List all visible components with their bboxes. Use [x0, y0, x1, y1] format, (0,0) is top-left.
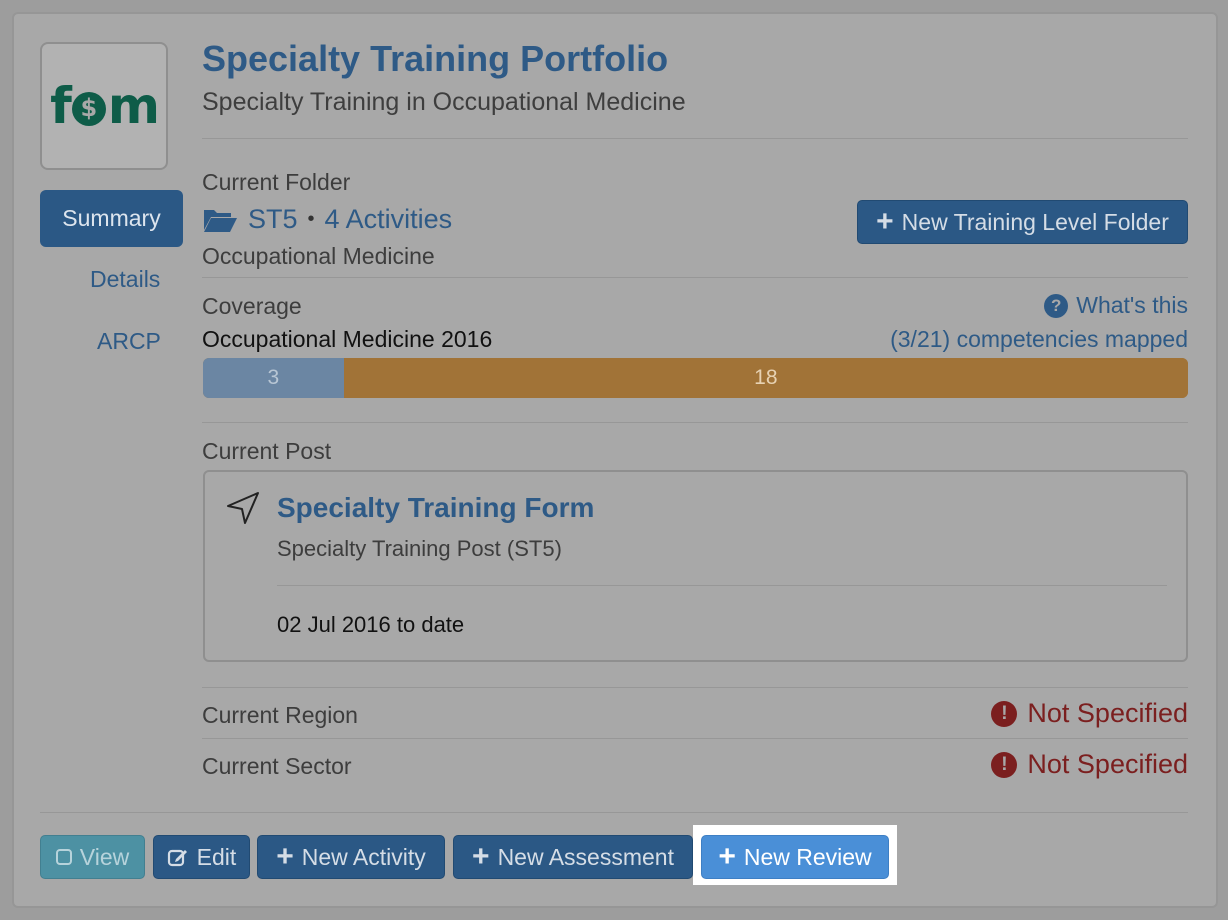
divider: [40, 812, 1188, 813]
new-review-button[interactable]: + New Review: [701, 835, 889, 879]
sector-value: Not Specified: [1027, 749, 1188, 779]
divider: [202, 687, 1188, 688]
divider: [202, 138, 1188, 139]
sidebar-item-arcp[interactable]: ARCP: [97, 328, 161, 355]
question-circle-icon: ?: [1044, 293, 1069, 318]
divider: [202, 422, 1188, 423]
competencies-mapped-link[interactable]: (3/21) competencies mapped: [890, 326, 1188, 353]
divider: [202, 738, 1188, 739]
exclamation-circle-icon: !: [991, 751, 1018, 778]
folder-specialty: Occupational Medicine: [202, 243, 435, 269]
folder-name[interactable]: ST5: [248, 204, 298, 235]
sidebar-item-details[interactable]: Details: [90, 266, 160, 293]
current-post-label: Current Post: [202, 438, 332, 464]
button-label: New Activity: [301, 843, 426, 870]
exclamation-circle-icon: !: [991, 700, 1018, 727]
new-activity-button[interactable]: + New Activity: [257, 835, 445, 879]
plus-icon: +: [876, 205, 894, 238]
plus-icon: +: [276, 840, 294, 873]
progress-mapped-segment: 3: [203, 358, 344, 398]
page-subtitle: Specialty Training in Occupational Medic…: [202, 88, 686, 116]
coverage-label: Coverage: [202, 293, 302, 319]
folder-separator: •: [307, 208, 315, 230]
region-value: Not Specified: [1027, 698, 1188, 728]
edit-button[interactable]: Edit: [153, 835, 250, 879]
view-button[interactable]: View: [40, 835, 145, 879]
logo-o-icon: [71, 92, 106, 126]
logo-mark: fm: [50, 77, 160, 135]
plus-icon: +: [472, 840, 490, 873]
divider: [202, 277, 1188, 278]
current-post-card: Specialty Training Form Specialty Traini…: [203, 470, 1188, 662]
folder-open-icon: [204, 209, 237, 232]
new-assessment-button[interactable]: + New Assessment: [453, 835, 693, 879]
button-label: View: [79, 843, 130, 870]
location-arrow-icon: [227, 492, 259, 524]
current-sector-label: Current Sector: [202, 753, 352, 779]
sector-status: ! Not Specified: [991, 749, 1188, 780]
plus-icon: +: [718, 840, 736, 873]
button-label: New Review: [743, 843, 872, 870]
post-subtitle: Specialty Training Post (ST5): [277, 536, 562, 561]
progress-unmapped-segment: 18: [343, 358, 1188, 398]
button-label: New Training Level Folder: [901, 208, 1169, 235]
whats-this-link[interactable]: ? What's this: [1044, 292, 1188, 319]
curriculum-name: Occupational Medicine 2016: [202, 326, 493, 352]
folder-activities-link[interactable]: 4 Activities: [325, 204, 453, 235]
current-folder-link[interactable]: ST5 • 4 Activities: [202, 204, 452, 235]
square-icon: [55, 849, 72, 865]
current-folder-label: Current Folder: [202, 169, 351, 195]
edit-icon: [167, 849, 187, 867]
post-date-range: 02 Jul 2016 to date: [277, 612, 465, 637]
region-status: ! Not Specified: [991, 698, 1188, 729]
whats-this-label: What's this: [1076, 292, 1188, 318]
sidebar-item-summary[interactable]: Summary: [40, 190, 183, 247]
post-title-link[interactable]: Specialty Training Form: [277, 492, 594, 524]
divider: [277, 585, 1167, 586]
fom-logo: fm: [40, 42, 168, 170]
button-label: Edit: [196, 843, 237, 870]
page-title[interactable]: Specialty Training Portfolio: [202, 38, 668, 80]
new-training-level-folder-button[interactable]: + New Training Level Folder: [857, 200, 1188, 244]
button-label: New Assessment: [497, 843, 674, 870]
coverage-progress-bar[interactable]: 3 18: [203, 358, 1188, 398]
current-region-label: Current Region: [202, 702, 358, 728]
